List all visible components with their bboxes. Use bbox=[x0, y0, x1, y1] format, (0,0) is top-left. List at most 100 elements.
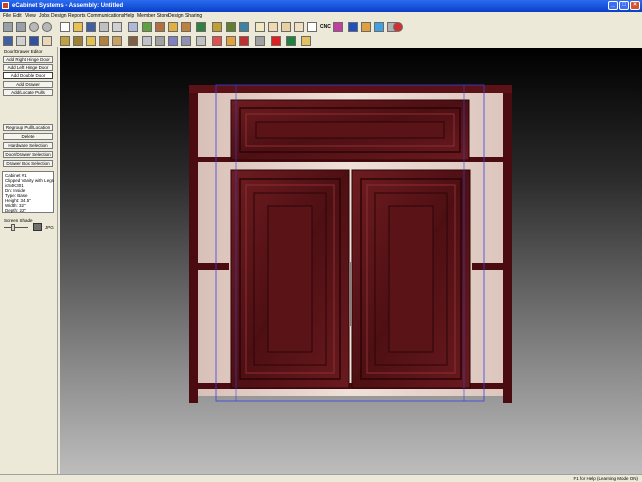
face-frame-icon[interactable] bbox=[112, 36, 122, 46]
room-icon[interactable] bbox=[239, 22, 249, 32]
ruler-icon[interactable] bbox=[168, 22, 178, 32]
drawer-front[interactable] bbox=[230, 99, 470, 161]
add-locate-pulls-button[interactable]: Add/Locate Pulls bbox=[3, 89, 53, 96]
toolbar-main: CNC bbox=[0, 20, 642, 34]
shade-swatch[interactable] bbox=[33, 223, 42, 231]
drawer-icon[interactable] bbox=[86, 36, 96, 46]
undo-icon[interactable] bbox=[112, 22, 122, 32]
pencil-icon[interactable] bbox=[155, 22, 165, 32]
add-drawer-button[interactable]: Add Drawer bbox=[3, 81, 53, 88]
align-icon[interactable] bbox=[155, 36, 165, 46]
new-file-icon[interactable] bbox=[60, 22, 70, 32]
dimension-icon[interactable] bbox=[181, 36, 191, 46]
report-icon[interactable] bbox=[255, 22, 265, 32]
menu-edit[interactable]: Edit bbox=[13, 13, 22, 19]
add-double-door-button[interactable]: Add Double Door bbox=[3, 72, 53, 79]
maximize-button[interactable]: □ bbox=[619, 1, 629, 10]
edge-icon[interactable] bbox=[128, 36, 138, 46]
status-text: F1 for Help (Learning Mode ON) bbox=[573, 476, 638, 481]
menu-view[interactable]: View bbox=[25, 13, 36, 19]
delete-icon[interactable] bbox=[271, 36, 281, 46]
right-shelf-rail bbox=[472, 263, 503, 270]
cut-list-icon[interactable] bbox=[268, 22, 278, 32]
menu-bar: File Edit View Jobs Design Reports Commu… bbox=[0, 12, 642, 20]
line-icon[interactable] bbox=[212, 36, 222, 46]
cabinet-render[interactable] bbox=[60, 48, 642, 474]
menu-file[interactable]: File bbox=[3, 13, 11, 19]
drawing-icon[interactable] bbox=[307, 22, 317, 32]
close-button[interactable]: × bbox=[630, 1, 640, 10]
jpg-label[interactable]: JPG bbox=[45, 225, 54, 230]
cart-icon[interactable] bbox=[348, 22, 358, 32]
cabinet-door-icon[interactable] bbox=[181, 22, 191, 32]
screen-shade-label: Screen Shade bbox=[4, 218, 33, 223]
estimate-icon[interactable] bbox=[294, 22, 304, 32]
status-bar: F1 for Help (Learning Mode ON) bbox=[0, 474, 642, 482]
screen-shade-slider-thumb[interactable] bbox=[11, 224, 15, 231]
right-leg[interactable] bbox=[503, 85, 512, 403]
hardware-selection-button[interactable]: Hardware Selection bbox=[3, 142, 53, 149]
cut-icon[interactable] bbox=[239, 36, 249, 46]
menu-design[interactable]: Design bbox=[51, 13, 67, 19]
menu-jobs[interactable]: Jobs bbox=[39, 13, 50, 19]
menu-design-sharing[interactable]: Design Sharing bbox=[168, 13, 202, 19]
book-icon[interactable] bbox=[196, 22, 206, 32]
hardware-icon[interactable] bbox=[142, 36, 152, 46]
regroup-pull-location-button[interactable]: Regroup Pull/Location bbox=[3, 124, 53, 131]
door-pull[interactable] bbox=[349, 262, 352, 326]
screen-shade-slider-track[interactable] bbox=[4, 227, 28, 228]
add-left-hinge-door-button[interactable]: Add Left Hinge Door bbox=[3, 64, 53, 71]
drawer-box-selection-button[interactable]: Drawer Box Selection bbox=[3, 160, 53, 167]
print-icon[interactable] bbox=[99, 22, 109, 32]
stop-icon[interactable] bbox=[29, 22, 39, 32]
menu-reports[interactable]: Reports bbox=[68, 13, 86, 19]
assembly-icon[interactable] bbox=[226, 22, 236, 32]
layout-icon[interactable] bbox=[128, 22, 138, 32]
circle-icon[interactable] bbox=[226, 36, 236, 46]
window-icon[interactable] bbox=[16, 36, 26, 46]
shelf-icon[interactable] bbox=[99, 36, 109, 46]
open-folder-icon[interactable] bbox=[73, 22, 83, 32]
left-door[interactable] bbox=[230, 169, 350, 389]
save-icon[interactable] bbox=[86, 22, 96, 32]
back-icon[interactable] bbox=[3, 22, 13, 32]
minimize-button[interactable]: _ bbox=[608, 1, 618, 10]
globe-icon[interactable] bbox=[374, 22, 384, 32]
door-drawer-editor-panel: Door/Drawer Editor Add Right Hinge Door … bbox=[0, 47, 58, 475]
pricing-icon[interactable] bbox=[281, 22, 291, 32]
forward-icon[interactable] bbox=[16, 22, 26, 32]
camera-icon[interactable] bbox=[286, 36, 296, 46]
add-right-hinge-door-button[interactable]: Add Right Hinge Door bbox=[3, 56, 53, 63]
cabinet-depth: Depth: 22" bbox=[5, 208, 27, 213]
menu-help[interactable]: Help bbox=[124, 13, 134, 19]
editor-title: Door/Drawer Editor bbox=[4, 49, 43, 54]
select-icon[interactable] bbox=[3, 36, 13, 46]
help-icon[interactable] bbox=[393, 22, 403, 32]
rotate-icon[interactable] bbox=[196, 36, 206, 46]
grid-icon[interactable] bbox=[168, 36, 178, 46]
notes-icon[interactable] bbox=[42, 36, 52, 46]
design-viewport[interactable] bbox=[60, 48, 642, 474]
screen-icon[interactable] bbox=[333, 22, 343, 32]
cabinet-info-box: Cabinet #1 Clipped Vanity with Legs ic54… bbox=[2, 171, 54, 213]
delete-button[interactable]: Delete bbox=[3, 133, 53, 140]
material-icon[interactable] bbox=[142, 22, 152, 32]
ship-icon[interactable] bbox=[361, 22, 371, 32]
left-leg[interactable] bbox=[189, 85, 198, 403]
save-assembly-icon[interactable] bbox=[29, 36, 39, 46]
cnc-label[interactable]: CNC bbox=[320, 24, 331, 30]
hatch-icon[interactable] bbox=[255, 36, 265, 46]
right-door[interactable] bbox=[351, 169, 471, 389]
menu-member-store[interactable]: Member Store bbox=[137, 13, 169, 19]
title-bar: eCabinet Systems - Assembly: Untitled _ … bbox=[0, 0, 642, 12]
menu-communications[interactable]: Communications bbox=[87, 13, 124, 19]
left-shelf-rail bbox=[198, 263, 229, 270]
box-icon[interactable] bbox=[60, 36, 70, 46]
refresh-icon[interactable] bbox=[42, 22, 52, 32]
photo-icon[interactable] bbox=[301, 36, 311, 46]
panel-icon[interactable] bbox=[73, 36, 83, 46]
cabinet-icon[interactable] bbox=[212, 22, 222, 32]
app-icon[interactable] bbox=[2, 2, 9, 9]
top-rail[interactable] bbox=[189, 85, 512, 93]
door-drawer-selection-button[interactable]: Door/Drawer Selection bbox=[3, 151, 53, 158]
